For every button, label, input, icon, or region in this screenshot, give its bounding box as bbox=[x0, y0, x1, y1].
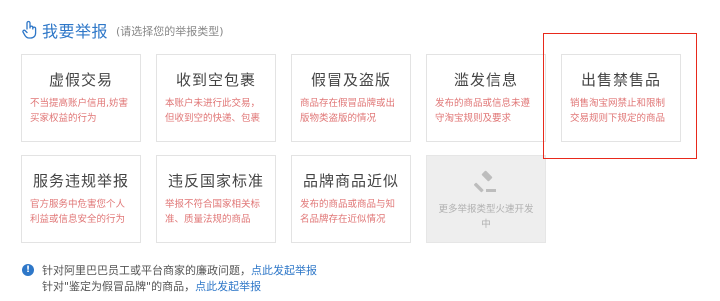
card-description: 举报不符合国家相关标准、质量法规的商品 bbox=[165, 199, 261, 225]
notice-text-2: 针对"鉴定为假冒品牌"的商品， bbox=[42, 280, 196, 293]
report-card-service-violation[interactable]: 服务违规举报 官方服务中危害您个人利益或信息安全的行为 bbox=[21, 155, 141, 243]
report-card-national-standard[interactable]: 违反国家标准 举报不符合国家相关标准、质量法规的商品 bbox=[156, 155, 276, 243]
card-title: 收到空包裹 bbox=[175, 71, 256, 89]
report-card-coming-soon: 更多举报类型火速开发中 bbox=[426, 155, 546, 243]
report-card-brand-similarity[interactable]: 品牌商品近似 发布的商品或商品与知名品牌存在近似情况 bbox=[291, 155, 411, 243]
gavel-icon bbox=[474, 170, 498, 194]
notice: ! 针对阿里巴巴员工或平台商家的廉政问题， 点此发起举报 针对"鉴定为假冒品牌"… bbox=[22, 262, 317, 294]
card-description: 发布的商品或信息未遵守淘宝规则及要求 bbox=[435, 98, 531, 124]
card-title: 虚假交易 bbox=[48, 71, 113, 89]
card-description: 商品存在假冒品牌或出版物类盗版的情况 bbox=[300, 98, 396, 124]
card-title: 假冒及盗版 bbox=[310, 71, 391, 89]
report-card-counterfeit-piracy[interactable]: 假冒及盗版 商品存在假冒品牌或出版物类盗版的情况 bbox=[291, 54, 411, 142]
counterfeit-report-link[interactable]: 点此发起举报 bbox=[195, 278, 261, 294]
card-description: 发布的商品或商品与知名品牌存在近似情况 bbox=[300, 199, 396, 225]
report-card-empty-package[interactable]: 收到空包裹 本账户未进行此交易，但收到空的快递、包裹 bbox=[156, 54, 276, 142]
highlight-box bbox=[543, 33, 697, 159]
card-description: 本账户未进行此交易，但收到空的快递、包裹 bbox=[165, 98, 261, 124]
hand-pointer-icon bbox=[22, 20, 38, 40]
header: 我要举报 (请选择您的举报类型) bbox=[22, 16, 224, 44]
coming-soon-text: 更多举报类型火速开发中 bbox=[438, 204, 534, 230]
card-title: 滥发信息 bbox=[453, 71, 518, 89]
card-description: 官方服务中危害您个人利益或信息安全的行为 bbox=[30, 199, 126, 225]
page-title: 我要举报 bbox=[42, 22, 109, 41]
notice-text-1: 针对阿里巴巴员工或平台商家的廉政问题， bbox=[42, 264, 251, 277]
report-card-fake-transaction[interactable]: 虚假交易 不当提高账户信用,妨害买家权益的行为 bbox=[21, 54, 141, 142]
report-card-spam-info[interactable]: 滥发信息 发布的商品或信息未遵守淘宝规则及要求 bbox=[426, 54, 546, 142]
card-title: 品牌商品近似 bbox=[302, 172, 399, 190]
info-icon: ! bbox=[22, 264, 34, 276]
page-subtitle: (请选择您的举报类型) bbox=[116, 25, 224, 38]
card-description: 不当提高账户信用,妨害买家权益的行为 bbox=[30, 98, 129, 124]
integrity-report-link[interactable]: 点此发起举报 bbox=[251, 262, 317, 278]
card-title: 违反国家标准 bbox=[167, 172, 264, 190]
card-title: 服务违规举报 bbox=[32, 172, 129, 190]
